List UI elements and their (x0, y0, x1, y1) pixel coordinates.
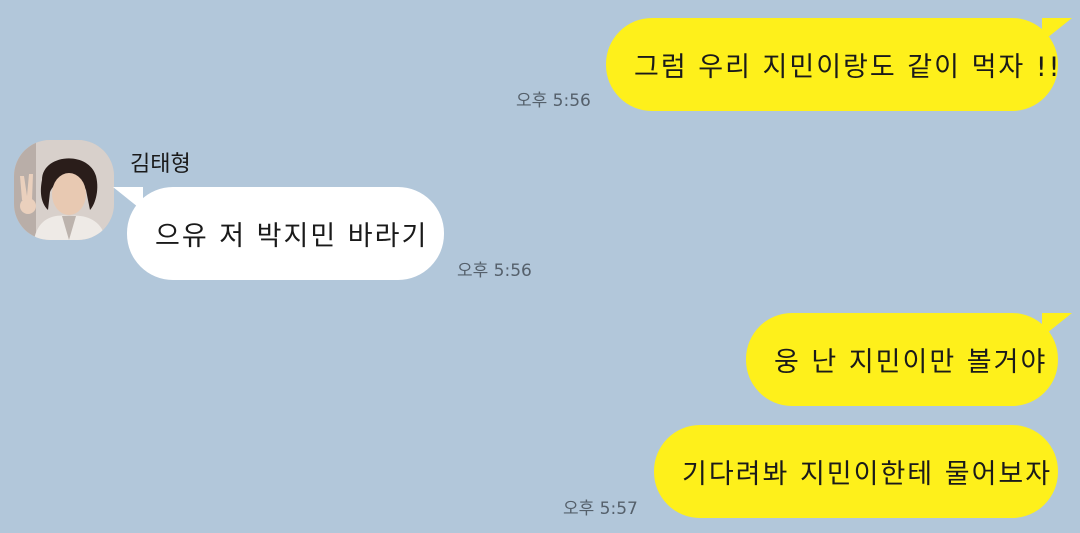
message-text: 기다려봐 지민이한테 물어보자 (682, 459, 1053, 490)
message-text: 웅 난 지민이만 볼거야 (774, 347, 1048, 378)
sender-name: 김태형 (130, 152, 191, 177)
message-time: 오후 5:56 (457, 261, 532, 281)
message-time: 오후 5:56 (516, 91, 591, 111)
message-text: 그럼 우리 지민이랑도 같이 먹자 !! (634, 52, 1062, 83)
message-time: 오후 5:57 (563, 499, 638, 519)
chat-room[interactable]: 그럼 우리 지민이랑도 같이 먹자 !! 오후 5:56 김태형 으유 저 박지… (0, 0, 1080, 533)
message-bubble-outgoing[interactable]: 그럼 우리 지민이랑도 같이 먹자 !! (606, 18, 1072, 111)
message-text: 으유 저 박지민 바라기 (155, 221, 429, 252)
message-bubble-outgoing[interactable]: 웅 난 지민이만 볼거야 (746, 313, 1072, 406)
message-bubble-incoming[interactable]: 으유 저 박지민 바라기 (113, 187, 444, 280)
avatar[interactable] (14, 140, 114, 240)
message-bubble-outgoing[interactable]: 기다려봐 지민이한테 물어보자 (654, 425, 1058, 518)
profile-photo-icon (14, 140, 114, 240)
